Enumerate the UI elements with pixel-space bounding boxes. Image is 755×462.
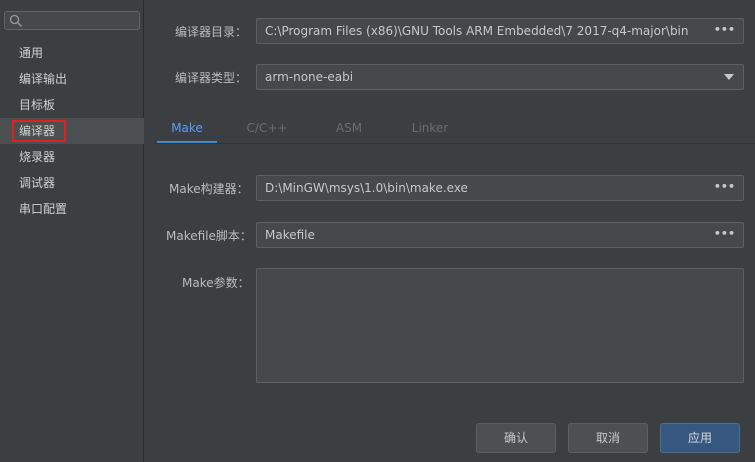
compiler-type-select[interactable]: arm-none-eabi [256, 64, 744, 90]
sidebar-item-label: 串口配置 [19, 202, 68, 216]
browse-icon[interactable]: ••• [714, 19, 735, 41]
sidebar-item-label: 通用 [19, 46, 44, 60]
makefile-label: Makefile脚本： [166, 229, 252, 243]
sidebar: 通用 编译输出 目标板 编译器 烧录器 调试器 串口配置 [0, 0, 144, 462]
sidebar-item-label: 目标板 [19, 98, 56, 112]
make-builder-label: Make构建器： [169, 182, 249, 196]
tab-label: C/C++ [246, 121, 288, 135]
cancel-button[interactable]: 取消 [568, 423, 648, 453]
make-params-label: Make参数： [182, 276, 250, 290]
sidebar-item-target-board[interactable]: 目标板 [0, 92, 144, 118]
sidebar-item-label: 编译输出 [19, 72, 68, 86]
sidebar-item-debugger[interactable]: 调试器 [0, 170, 144, 196]
tab-divider [155, 143, 755, 144]
sidebar-item-flasher[interactable]: 烧录器 [0, 144, 144, 170]
sidebar-item-serial-config[interactable]: 串口配置 [0, 196, 144, 222]
tab-make[interactable]: Make [157, 116, 217, 144]
tab-asm[interactable]: ASM [327, 116, 371, 144]
build-tabs: Make C/C++ ASM Linker [155, 116, 755, 144]
compiler-type-value: arm-none-eabi [265, 70, 354, 84]
sidebar-item-build-output[interactable]: 编译输出 [0, 66, 144, 92]
ok-button[interactable]: 确认 [476, 423, 556, 453]
tab-c-cpp[interactable]: C/C++ [239, 116, 295, 144]
sidebar-item-label: 调试器 [19, 176, 56, 190]
settings-dialog: 通用 编译输出 目标板 编译器 烧录器 调试器 串口配置 编译器目录： C:\P… [0, 0, 755, 462]
tab-label: Make [171, 121, 203, 135]
tab-label: ASM [335, 121, 363, 135]
sidebar-nav: 通用 编译输出 目标板 编译器 烧录器 调试器 串口配置 [0, 40, 144, 222]
search-input[interactable] [4, 11, 140, 30]
main-panel: 编译器目录： C:\Program Files (x86)\GNU Tools … [145, 0, 755, 462]
make-builder-field[interactable]: D:\MinGW\msys\1.0\bin\make.exe ••• [256, 175, 744, 201]
compiler-dir-label: 编译器目录： [175, 25, 248, 39]
makefile-value: Makefile [265, 228, 315, 242]
search-icon [9, 14, 23, 28]
sidebar-item-general[interactable]: 通用 [0, 40, 144, 66]
browse-icon[interactable]: ••• [714, 176, 735, 198]
sidebar-item-compiler[interactable]: 编译器 [0, 118, 144, 144]
chevron-down-icon [724, 74, 734, 80]
tab-label: Linker [411, 121, 449, 135]
sidebar-item-label: 烧录器 [19, 150, 56, 164]
apply-button[interactable]: 应用 [660, 423, 740, 453]
compiler-dir-field[interactable]: C:\Program Files (x86)\GNU Tools ARM Emb… [256, 18, 744, 44]
compiler-dir-value: C:\Program Files (x86)\GNU Tools ARM Emb… [265, 24, 689, 38]
compiler-type-label: 编译器类型： [175, 71, 248, 85]
selection-highlight-box [12, 120, 66, 142]
tab-linker[interactable]: Linker [405, 116, 455, 144]
browse-icon[interactable]: ••• [714, 223, 735, 245]
make-params-textarea[interactable] [256, 268, 744, 383]
make-builder-value: D:\MinGW\msys\1.0\bin\make.exe [265, 181, 468, 195]
makefile-field[interactable]: Makefile ••• [256, 222, 744, 248]
